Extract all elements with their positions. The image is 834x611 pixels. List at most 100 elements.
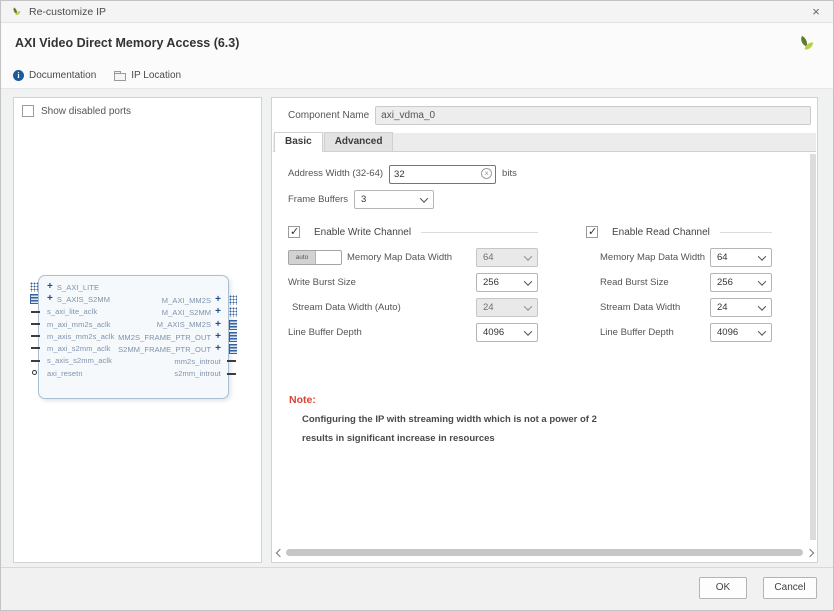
tab-basic[interactable]: Basic: [274, 132, 323, 152]
main-area: Show disabled ports + S_AXI_LITE + S_AXI…: [1, 89, 833, 567]
expand-plus-icon[interactable]: +: [215, 296, 221, 304]
right-ports: M_AXI_MM2S + M_AXI_S2MM + M_AXIS_MM2S +: [118, 294, 221, 380]
port-s-axis-s2mm-aclk: s_axis_s2mm_aclk: [47, 355, 114, 367]
read-line-buffer-depth-row: Line Buffer Depth 4096: [586, 323, 772, 342]
write-mm-data-width-label: Memory Map Data Width: [347, 252, 452, 263]
port-s-axis-s2mm: + S_AXIS_S2MM: [47, 293, 114, 305]
dialog-footer: OK Cancel: [1, 567, 833, 610]
write-line-buffer-depth-row: Line Buffer Depth 4096: [288, 323, 538, 342]
folder-icon: [114, 71, 126, 81]
expand-plus-icon[interactable]: +: [47, 283, 53, 291]
read-line-buffer-depth-dropdown[interactable]: 4096: [710, 323, 772, 342]
write-channel-header: Enable Write Channel: [288, 225, 538, 239]
chevron-down-icon: [524, 327, 532, 335]
frame-buffers-dropdown[interactable]: 3: [354, 190, 434, 209]
info-icon: i: [13, 70, 24, 81]
bus-interface-icon: [30, 282, 38, 292]
port-m-axi-s2mm-aclk: m_axi_s2mm_aclk: [47, 342, 114, 354]
address-width-suffix: bits: [502, 168, 517, 179]
cancel-button[interactable]: Cancel: [763, 577, 817, 599]
horizontal-scrollbar[interactable]: [274, 547, 815, 557]
expand-plus-icon[interactable]: +: [215, 321, 221, 329]
write-mm-data-width-dropdown: 64: [476, 248, 538, 267]
divider: [720, 232, 772, 233]
read-burst-size-row: Read Burst Size 256: [586, 273, 772, 292]
ok-button[interactable]: OK: [699, 577, 747, 599]
write-stream-data-width-label: Stream Data Width (Auto): [288, 302, 401, 313]
vertical-scrollbar[interactable]: [810, 154, 816, 540]
close-icon[interactable]: ×: [807, 3, 825, 21]
chevron-down-icon: [420, 194, 428, 202]
scroll-right-icon[interactable]: [806, 548, 815, 557]
address-width-input[interactable]: [389, 165, 496, 184]
bus-interface-icon: [30, 294, 38, 304]
vivado-app-icon: [9, 5, 22, 18]
enable-write-channel-checkbox[interactable]: [288, 226, 300, 238]
scroll-left-icon[interactable]: [274, 548, 283, 557]
read-channel-section: Enable Read Channel Memory Map Data Widt…: [586, 225, 772, 348]
port-s-axi-lite-aclk: s_axi_lite_aclk: [47, 306, 114, 318]
left-ports: + S_AXI_LITE + S_AXIS_S2MM s_axi_lite_ac…: [47, 281, 114, 379]
component-name-label: Component Name: [288, 110, 369, 121]
write-burst-size-dropdown[interactable]: 256: [476, 273, 538, 292]
window-title: Re-customize IP: [29, 6, 106, 18]
tab-bar: Basic Advanced: [273, 133, 816, 152]
read-stream-data-width-label: Stream Data Width: [586, 302, 680, 313]
port-m-axis-mm2s: M_AXIS_MM2S +: [118, 319, 221, 331]
configuration-panel: Component Name Basic Advanced Address Wi…: [271, 97, 818, 563]
component-name-row: Component Name: [288, 105, 811, 125]
frame-buffers-label: Frame Buffers: [288, 194, 348, 205]
chevron-down-icon: [524, 252, 532, 260]
expand-plus-icon[interactable]: +: [215, 333, 221, 341]
expand-plus-icon[interactable]: +: [215, 345, 221, 353]
chevron-down-icon: [758, 277, 766, 285]
port-mm2s-frame-ptr-out: MM2S_FRAME_PTR_OUT +: [118, 331, 221, 343]
bus-interface-icon: [229, 295, 237, 305]
chevron-down-icon: [758, 302, 766, 310]
chevron-down-icon: [758, 327, 766, 335]
note-title: Note:: [289, 394, 809, 406]
ip-location-link[interactable]: IP Location: [114, 70, 181, 81]
read-mm-data-width-dropdown[interactable]: 64: [710, 248, 772, 267]
read-burst-size-label: Read Burst Size: [586, 277, 669, 288]
read-stream-data-width-dropdown[interactable]: 24: [710, 298, 772, 317]
write-line-buffer-depth-dropdown[interactable]: 4096: [476, 323, 538, 342]
write-stream-data-width-dropdown: 24: [476, 298, 538, 317]
write-burst-size-row: Write Burst Size 256: [288, 273, 538, 292]
clear-icon[interactable]: ×: [481, 168, 492, 179]
component-name-field[interactable]: [375, 106, 811, 125]
title-bar: Re-customize IP ×: [1, 1, 833, 23]
documentation-link[interactable]: i Documentation: [13, 70, 96, 81]
chevron-down-icon: [524, 302, 532, 310]
documentation-label: Documentation: [29, 70, 96, 81]
bus-interface-icon: [229, 307, 237, 317]
show-disabled-ports-row: Show disabled ports: [22, 105, 131, 117]
bus-interface-icon: [229, 320, 237, 330]
read-line-buffer-depth-label: Line Buffer Depth: [586, 327, 674, 338]
enable-read-channel-label: Enable Read Channel: [612, 227, 710, 238]
expand-plus-icon[interactable]: +: [47, 295, 53, 303]
pin-stub-icon: [31, 347, 40, 349]
auto-manual-toggle[interactable]: auto: [288, 250, 342, 265]
link-bar: i Documentation IP Location: [1, 63, 833, 89]
channel-sections: Enable Write Channel auto Memory Map Dat…: [288, 225, 809, 348]
expand-plus-icon[interactable]: +: [215, 308, 221, 316]
block-diagram-panel: Show disabled ports + S_AXI_LITE + S_AXI…: [13, 97, 262, 563]
note-line-1: Configuring the IP with streaming width …: [302, 414, 809, 425]
horizontal-scrollbar-thumb[interactable]: [286, 549, 803, 556]
chevron-down-icon: [524, 277, 532, 285]
read-stream-data-width-row: Stream Data Width 24: [586, 298, 772, 317]
basic-tab-content: Address Width (32-64) × bits Frame Buffe…: [272, 153, 809, 540]
port-axi-resetn: axi_resetn: [47, 367, 114, 379]
enable-write-channel-label: Enable Write Channel: [314, 227, 411, 238]
page-title: AXI Video Direct Memory Access (6.3): [15, 36, 239, 50]
show-disabled-ports-checkbox[interactable]: [22, 105, 34, 117]
read-burst-size-dropdown[interactable]: 256: [710, 273, 772, 292]
recustomize-ip-dialog: Re-customize IP × AXI Video Direct Memor…: [0, 0, 834, 611]
address-width-row: Address Width (32-64) × bits: [288, 164, 809, 183]
address-width-input-wrap: ×: [389, 164, 496, 183]
tab-advanced[interactable]: Advanced: [324, 132, 394, 151]
enable-read-channel-checkbox[interactable]: [586, 226, 598, 238]
reset-pin-icon: [32, 370, 37, 375]
vertical-scrollbar-thumb[interactable]: [810, 154, 816, 540]
